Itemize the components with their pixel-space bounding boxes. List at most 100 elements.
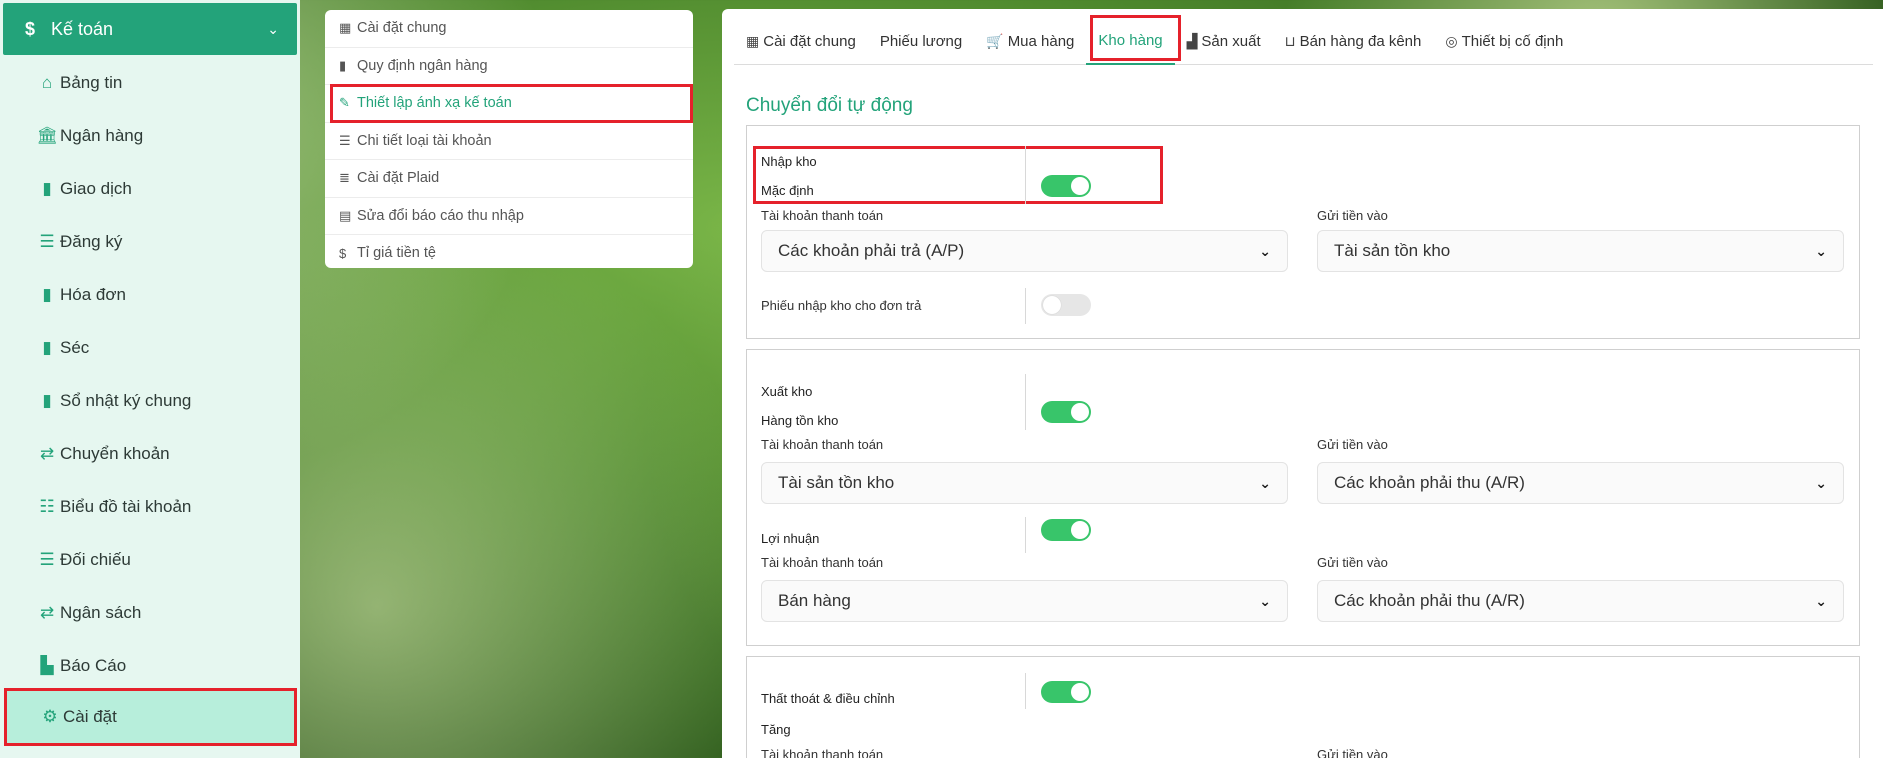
- ordered-list-icon: ☷: [39, 497, 55, 516]
- submenu-item-bank-rules[interactable]: ▮ Quy định ngân hàng: [325, 48, 693, 85]
- sidebar-item-label: Ngân hàng: [60, 126, 144, 145]
- return-receipt-label: Phiếu nhập kho cho đơn trả: [761, 298, 922, 313]
- profit-payment-select[interactable]: Bán hàng ⌄: [761, 580, 1288, 622]
- payment-account-label: Tài khoản thanh toán: [761, 208, 884, 223]
- tab-manufacturing[interactable]: ▟ Sản xuất: [1175, 19, 1273, 65]
- tab-omnichannel[interactable]: ⊔ Bán hàng đa kênh: [1273, 19, 1434, 65]
- dollar-icon: $: [339, 245, 347, 261]
- divider: [1025, 146, 1026, 204]
- sidebar-header-label: Kế toán: [51, 18, 114, 39]
- sidebar-item-bank[interactable]: 🏛 Ngân hàng: [36, 121, 143, 151]
- divider: [1025, 374, 1026, 430]
- file-icon: ▮: [42, 179, 52, 198]
- submenu-item-label: Cài đặt chung: [357, 20, 447, 37]
- sidebar-item-chart-of-accounts[interactable]: ☷ Biểu đồ tài khoản: [36, 492, 191, 522]
- return-receipt-toggle[interactable]: [1041, 294, 1091, 316]
- default-toggle[interactable]: [1041, 175, 1091, 197]
- sidebar-header-accounting[interactable]: $ Kế toán ⌄: [3, 3, 297, 55]
- payment-account-label: Tài khoản thanh toán: [761, 437, 884, 452]
- sidebar-item-dashboard[interactable]: ⌂ Bảng tin: [36, 68, 123, 98]
- submenu-item-account-mapping[interactable]: ✎ Thiết lập ánh xạ kế toán: [325, 84, 693, 123]
- dollar-icon: $: [25, 18, 36, 39]
- deposit-label: Gửi tiền vào: [1317, 747, 1388, 758]
- list-icon: ☰: [339, 132, 351, 148]
- table-icon: ▦: [339, 20, 352, 36]
- profit-label: Lợi nhuận: [761, 531, 820, 546]
- submenu-item-label: Sửa đổi báo cáo thu nhập: [357, 207, 524, 224]
- sidebar-item-label: Cài đặt: [63, 707, 117, 726]
- sidebar-item-reconcile[interactable]: ☰ Đối chiếu: [36, 545, 131, 575]
- sidebar-item-register[interactable]: ☰ Đăng ký: [36, 227, 122, 257]
- sidebar-item-journal[interactable]: ▮ Sổ nhật ký chung: [36, 386, 191, 416]
- tab-label: Cài đặt chung: [763, 33, 856, 50]
- chevron-down-icon: ⌄: [267, 20, 279, 37]
- submenu-item-account-type-details[interactable]: ☰ Chi tiết loại tài khoản: [325, 123, 693, 160]
- settings-submenu: ▦ Cài đặt chung ▮ Quy định ngân hàng ✎ T…: [325, 10, 693, 268]
- loss-adjust-toggle[interactable]: [1041, 681, 1091, 703]
- tab-general[interactable]: ▦ Cài đặt chung: [734, 19, 868, 65]
- sidebar-item-label: Biểu đồ tài khoản: [60, 497, 192, 516]
- divider: [1025, 288, 1026, 324]
- pencil-icon: ✎: [339, 95, 350, 111]
- profit-toggle[interactable]: [1041, 519, 1091, 541]
- payment-account-label: Tài khoản thanh toán: [761, 555, 884, 570]
- sidebar-item-reports[interactable]: ▙ Báo Cáo: [36, 651, 126, 681]
- sidebar-item-label: Hóa đơn: [60, 285, 126, 304]
- sidebar-item-transactions[interactable]: ▮ Giao dịch: [36, 174, 132, 204]
- sidebar-item-label: Bảng tin: [60, 73, 123, 92]
- import-card: Nhập kho Mặc định Tài khoản thanh toán G…: [746, 125, 1860, 339]
- sidebar-item-checks[interactable]: ▮ Séc: [36, 333, 89, 363]
- tab-payroll[interactable]: Phiếu lương: [868, 19, 974, 65]
- deposit-label: Gửi tiền vào: [1317, 437, 1388, 452]
- submenu-item-currency-rates[interactable]: $ Tỉ giá tiền tệ: [325, 235, 693, 268]
- deposit-label: Gửi tiền vào: [1317, 208, 1388, 223]
- table-icon: ▦: [746, 33, 760, 49]
- sidebar-item-label: Ngân sách: [60, 603, 142, 622]
- target-icon: ◎: [1445, 33, 1458, 49]
- tab-purchases[interactable]: 🛒 Mua hàng: [974, 19, 1086, 65]
- submenu-item-label: Quy định ngân hàng: [357, 57, 488, 74]
- increase-label: Tăng: [761, 722, 791, 737]
- inventory-toggle[interactable]: [1041, 401, 1091, 423]
- sidebar-item-budget[interactable]: ⇄ Ngân sách: [36, 598, 141, 628]
- sidebar: $ Kế toán ⌄ ⌂ Bảng tin 🏛 Ngân hàng ▮ Gia…: [0, 0, 300, 758]
- select-value: Bán hàng: [778, 591, 851, 610]
- submenu-item-general[interactable]: ▦ Cài đặt chung: [325, 10, 693, 48]
- export-payment-select[interactable]: Tài sản tồn kho ⌄: [761, 462, 1288, 504]
- chevron-down-icon: ⌄: [1815, 592, 1827, 609]
- tab-warehouse[interactable]: Kho hàng: [1086, 14, 1181, 65]
- deposit-select[interactable]: Tài sản tồn kho ⌄: [1317, 230, 1844, 272]
- profit-deposit-select[interactable]: Các khoản phải thu (A/R) ⌄: [1317, 580, 1844, 622]
- chevron-down-icon: ⌄: [1815, 474, 1827, 491]
- sliders-icon: ☰: [39, 550, 55, 569]
- payment-account-select[interactable]: Các khoản phải trả (A/P) ⌄: [761, 230, 1288, 272]
- submenu-item-income-report[interactable]: ▤ Sửa đổi báo cáo thu nhập: [325, 198, 693, 235]
- list-alt-icon: ▤: [339, 207, 352, 223]
- sidebar-item-transfer[interactable]: ⇄ Chuyển khoản: [36, 439, 170, 469]
- tab-label: Kho hàng: [1098, 32, 1163, 49]
- sidebar-item-invoices[interactable]: ▮ Hóa đơn: [36, 280, 126, 310]
- tab-fixed-assets[interactable]: ◎ Thiết bị cố định: [1433, 19, 1575, 65]
- section-title: Chuyển đổi tự động: [746, 95, 913, 116]
- home-icon: ⌂: [41, 73, 53, 92]
- sidebar-item-label: Đăng ký: [60, 232, 123, 251]
- main-panel: ▦ Cài đặt chung Phiếu lương 🛒 Mua hàng K…: [722, 9, 1883, 758]
- cart-icon: 🛒: [986, 33, 1004, 49]
- submenu-item-label: Cài đặt Plaid: [357, 170, 440, 187]
- tab-label: Sản xuất: [1201, 33, 1261, 50]
- sidebar-item-label: Chuyển khoản: [60, 444, 170, 463]
- chevron-down-icon: ⌄: [1259, 242, 1271, 259]
- database-icon: ≣: [339, 170, 350, 186]
- loss-adjust-title: Thất thoát & điều chỉnh: [761, 691, 895, 706]
- submenu-item-plaid[interactable]: ≣ Cài đặt Plaid: [325, 160, 693, 198]
- exchange-icon: ⇄: [39, 444, 55, 463]
- chevron-down-icon: ⌄: [1259, 592, 1271, 609]
- import-title: Nhập kho: [761, 154, 817, 169]
- sidebar-item-settings[interactable]: ⚙ Cài đặt: [4, 688, 297, 746]
- submenu-item-label: Chi tiết loại tài khoản: [357, 132, 492, 149]
- exchange-icon: ⇄: [39, 603, 55, 622]
- sidebar-item-label: Giao dịch: [60, 179, 132, 198]
- export-deposit-select[interactable]: Các khoản phải thu (A/R) ⌄: [1317, 462, 1844, 504]
- tab-label: Phiếu lương: [879, 33, 963, 50]
- select-value: Tài sản tồn kho: [1334, 241, 1451, 260]
